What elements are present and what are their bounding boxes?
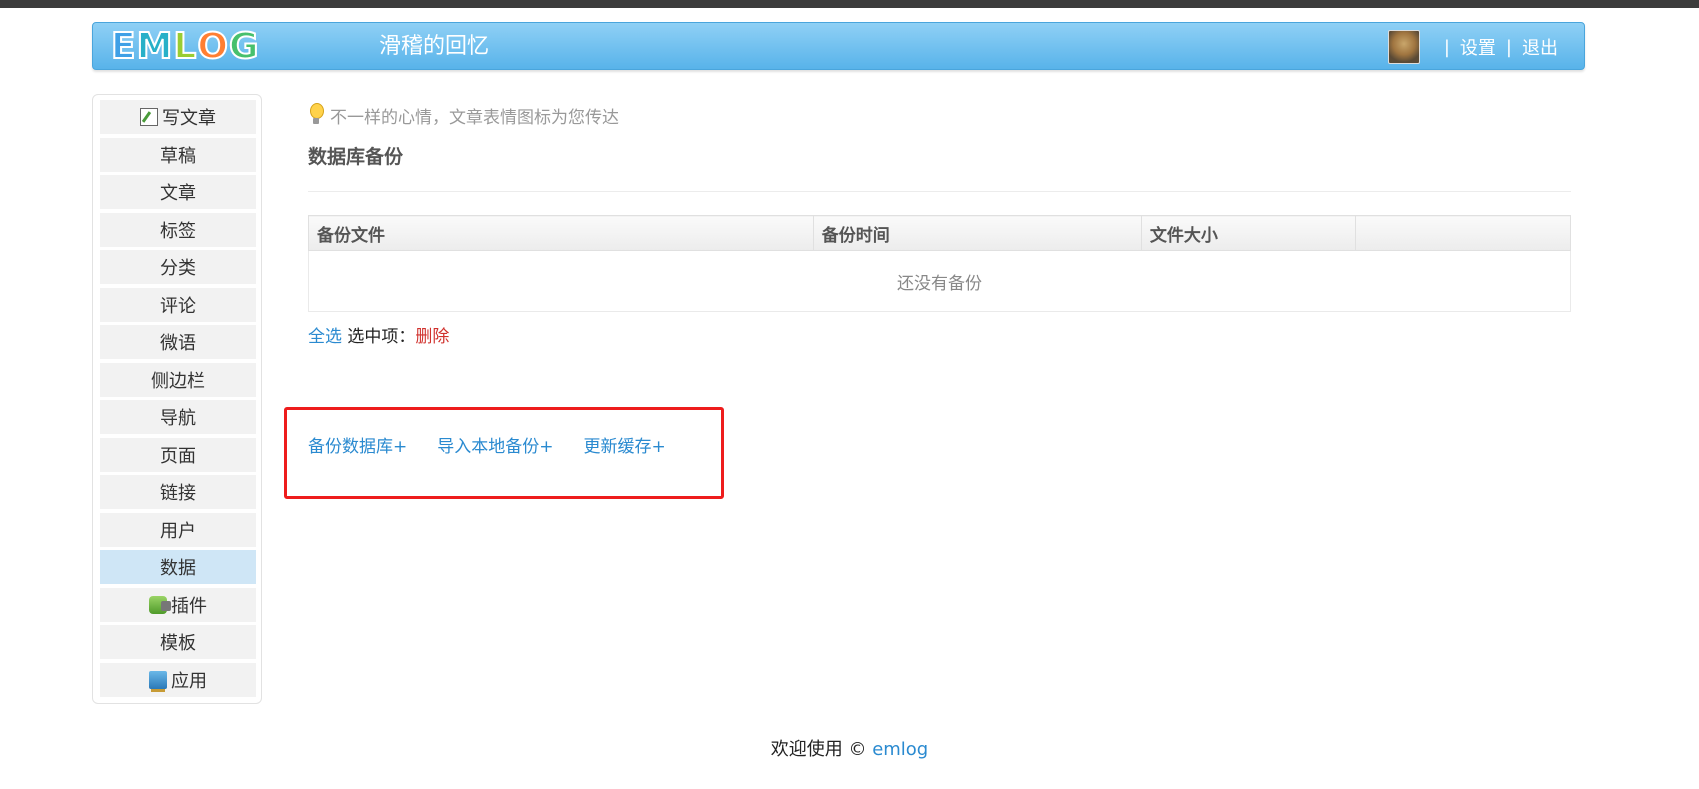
select-all-link[interactable]: 全选 <box>308 327 342 347</box>
logo-letter: O <box>196 26 229 68</box>
sidebar-item-label: 插件 <box>171 595 207 617</box>
sidebar-item-label: 侧边栏 <box>151 370 205 392</box>
sidebar-item[interactable]: 页面 <box>100 437 256 472</box>
sidebar: 写文章草稿文章标签分类评论微语侧边栏导航页面链接用户数据插件模板应用 <box>92 94 262 704</box>
window-top-bar <box>0 0 1699 8</box>
sidebar-item[interactable]: 文章 <box>100 175 256 209</box>
header-backup-time: 备份时间 <box>812 215 1142 251</box>
backup-database-link[interactable]: 备份数据库+ <box>308 433 407 461</box>
sidebar-item[interactable]: 模板 <box>100 625 256 659</box>
sidebar-item-label: 用户 <box>160 520 196 542</box>
sidebar-item-label: 链接 <box>160 483 196 504</box>
tip-line: 不一样的心情，文章表情图标为您传达 <box>308 100 1571 130</box>
footer-text: 欢迎使用 © <box>770 739 873 760</box>
backup-table: 备份文件 备份时间 文件大小 还没有备份 <box>308 215 1571 312</box>
sidebar-item-label: 文章 <box>160 183 196 204</box>
sidebar-item[interactable]: 写文章 <box>100 100 256 134</box>
page-title: 数据库备份 <box>308 146 404 168</box>
sidebar-item-label: 微语 <box>160 333 196 354</box>
site-title[interactable]: 滑稽的回忆 <box>379 34 489 60</box>
sidebar-item-label: 分类 <box>160 258 196 279</box>
sidebar-item[interactable]: 标签 <box>100 212 256 247</box>
header-user-area: | 设置 | 退出 <box>1387 30 1558 64</box>
table-header-row: 备份文件 备份时间 文件大小 <box>308 215 1571 251</box>
plugin-icon <box>149 595 171 614</box>
table-row: 还没有备份 <box>308 250 1571 312</box>
selected-items-label: 选中项： <box>347 327 416 347</box>
logo-letter: M <box>136 26 174 68</box>
sidebar-item[interactable]: 评论 <box>100 287 256 322</box>
lightbulb-icon <box>308 103 324 127</box>
divider <box>308 191 1571 192</box>
empty-table-message: 还没有备份 <box>308 250 1571 312</box>
sidebar-item-label: 草稿 <box>160 145 196 167</box>
sidebar-item-label: 评论 <box>160 295 196 317</box>
sidebar-item-label: 标签 <box>160 220 196 242</box>
emlog-link[interactable]: emlog <box>872 739 928 760</box>
sidebar-item[interactable]: 插件 <box>100 587 256 622</box>
delete-link[interactable]: 删除 <box>415 327 449 347</box>
header-separator: | <box>1505 36 1512 58</box>
sidebar-item[interactable]: 数据 <box>100 550 256 584</box>
logo-letter: L <box>172 26 198 68</box>
update-cache-link[interactable]: 更新缓存+ <box>584 433 666 461</box>
sidebar-item[interactable]: 应用 <box>100 662 256 697</box>
emlog-logo[interactable]: EMLOG <box>110 26 260 68</box>
sidebar-item-label: 数据 <box>160 558 196 579</box>
tip-text: 不一样的心情，文章表情图标为您传达 <box>330 107 619 128</box>
sidebar-item[interactable]: 草稿 <box>100 137 256 172</box>
logo-letter: E <box>110 26 137 68</box>
avatar[interactable] <box>1387 30 1420 64</box>
sidebar-item[interactable]: 分类 <box>100 250 256 284</box>
sidebar-item-label: 模板 <box>160 633 196 654</box>
header-bar: EMLOG 滑稽的回忆 | 设置 | 退出 <box>92 22 1585 70</box>
selection-bar: 全选 选中项：删除 <box>308 324 1571 350</box>
main-content: 不一样的心情，文章表情图标为您传达 数据库备份 备份文件 备份时间 文件大小 还… <box>308 100 1571 350</box>
header-actions <box>1355 215 1571 251</box>
sidebar-item[interactable]: 微语 <box>100 325 256 359</box>
sidebar-item[interactable]: 侧边栏 <box>100 362 256 397</box>
sidebar-item-label: 导航 <box>160 408 196 429</box>
logout-link[interactable]: 退出 <box>1522 34 1558 60</box>
logo-letter: G <box>228 26 260 68</box>
sidebar-item-label: 写文章 <box>162 108 216 129</box>
footer: 欢迎使用 © emlog <box>0 735 1699 761</box>
sidebar-item-label: 页面 <box>160 445 196 467</box>
sidebar-menu: 写文章草稿文章标签分类评论微语侧边栏导航页面链接用户数据插件模板应用 <box>93 100 261 697</box>
header-file-size: 文件大小 <box>1140 215 1357 251</box>
backup-actions: 备份数据库+ 导入本地备份+ 更新缓存+ <box>308 433 696 461</box>
settings-link[interactable]: 设置 <box>1460 34 1496 60</box>
sidebar-item[interactable]: 用户 <box>100 512 256 547</box>
header-separator: | <box>1443 36 1450 58</box>
sidebar-item[interactable]: 导航 <box>100 400 256 434</box>
app-icon <box>149 670 167 692</box>
pencil-icon <box>140 108 158 126</box>
import-local-backup-link[interactable]: 导入本地备份+ <box>437 433 553 461</box>
header-backup-file: 备份文件 <box>308 215 814 251</box>
sidebar-item[interactable]: 链接 <box>100 475 256 509</box>
sidebar-item-label: 应用 <box>171 670 207 692</box>
